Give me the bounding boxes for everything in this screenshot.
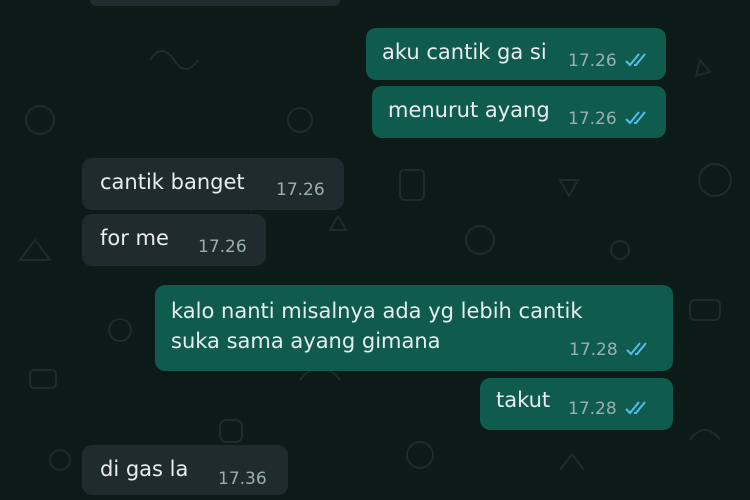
message-bubble-incoming[interactable]: di gas la 17.36 <box>82 445 288 495</box>
message-bubble-outgoing[interactable]: menurut ayang 17.26 <box>372 86 666 138</box>
message-bubble-incoming[interactable]: for me 17.26 <box>82 214 266 266</box>
double-check-icon <box>625 53 646 67</box>
double-check-icon <box>625 401 646 415</box>
message-bubble-incoming[interactable]: cantik banget 17.26 <box>82 158 344 210</box>
message-text: aku cantik ga si <box>382 40 547 64</box>
message-text-line-2: suka sama ayang gimana <box>171 329 441 353</box>
message-text: takut <box>496 388 551 412</box>
message-text: menurut ayang <box>388 98 550 122</box>
message-time: 17.26 <box>568 51 617 71</box>
message-text: cantik banget <box>100 170 245 194</box>
message-bubble-outgoing[interactable]: kalo nanti misalnya ada yg lebih cantik … <box>155 285 673 371</box>
message-time: 17.26 <box>198 237 247 257</box>
message-bubble-outgoing[interactable]: takut 17.28 <box>480 378 673 430</box>
message-text: di gas la <box>100 457 189 481</box>
message-time: 17.28 <box>568 399 617 419</box>
message-time: 17.26 <box>568 109 617 129</box>
message-text: for me <box>100 226 169 250</box>
double-check-icon <box>626 342 647 356</box>
message-time: 17.36 <box>218 469 267 489</box>
message-text-line-1: kalo nanti misalnya ada yg lebih cantik <box>171 299 583 323</box>
previous-message-edge <box>90 0 340 6</box>
double-check-icon <box>625 111 646 125</box>
message-bubble-outgoing[interactable]: aku cantik ga si 17.26 <box>366 28 666 80</box>
message-time: 17.28 <box>569 340 618 360</box>
message-time: 17.26 <box>276 180 325 200</box>
